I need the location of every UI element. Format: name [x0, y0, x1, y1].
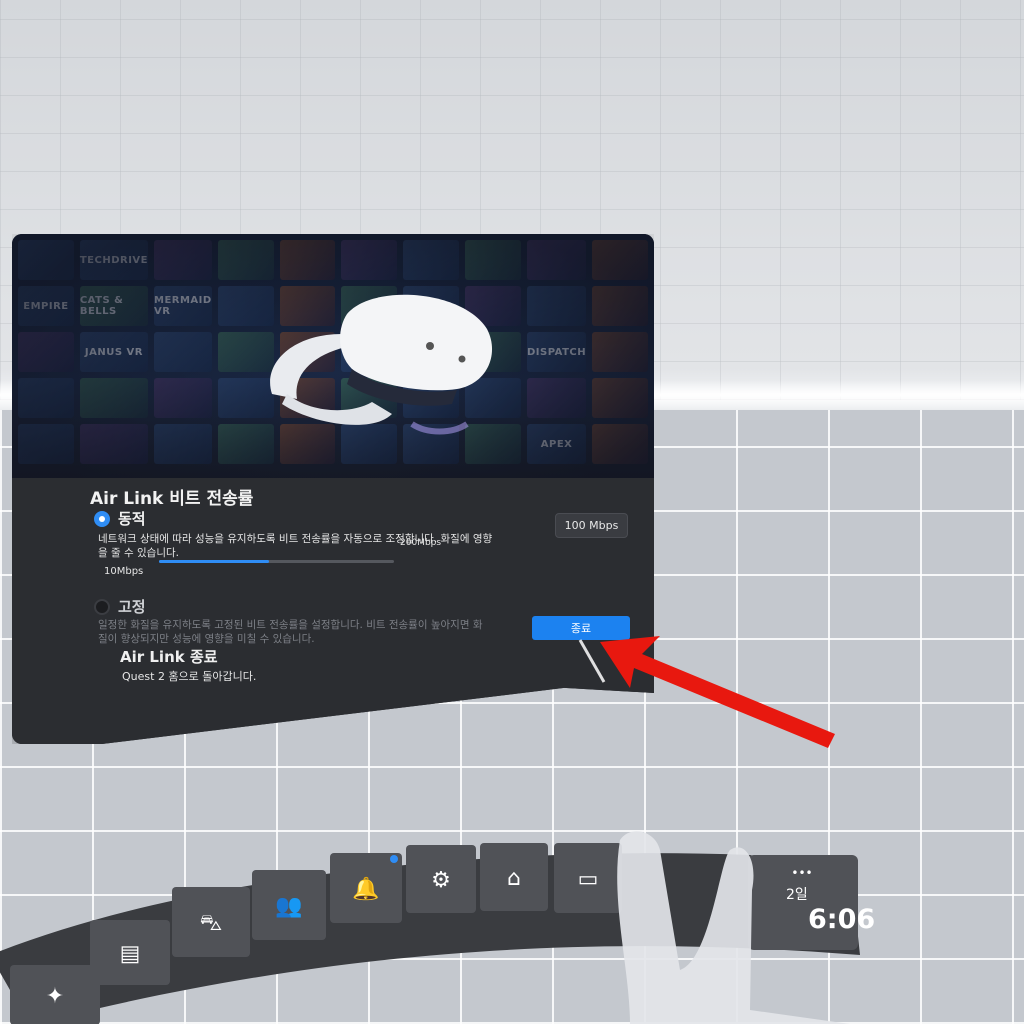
shopping-bag-icon: ⛍	[200, 911, 223, 936]
book-icon: ▤	[120, 942, 141, 967]
slider-min-label: 10Mbps	[104, 566, 144, 577]
end-air-link-title: Air Link 종료	[120, 648, 218, 666]
bell-icon: 🔔	[352, 876, 379, 902]
quest-headset-image	[270, 294, 493, 435]
fixed-label: 고정	[118, 598, 146, 616]
people-icon: 👥	[275, 894, 302, 919]
dynamic-option[interactable]: 동적	[94, 508, 146, 529]
fixed-description: 일정한 화질을 유지하도록 고정된 비트 전송률을 설정합니다. 비트 전송률이…	[98, 619, 483, 645]
fixed-option[interactable]: 고정	[94, 596, 146, 617]
slider-max-label: 200Mbps	[400, 538, 442, 548]
user-hand	[617, 831, 850, 1024]
home-icon: ⌂	[507, 866, 521, 891]
end-air-link-description: Quest 2 홈으로 돌아갑니다.	[122, 670, 257, 683]
gear-icon: ⚙	[431, 868, 451, 893]
fixed-radio[interactable]	[94, 598, 110, 615]
dynamic-radio[interactable]	[94, 510, 110, 527]
dynamic-label: 동적	[118, 510, 146, 528]
hero-banner: TECHDRIVEEMPIRECATS & BELLSMERMAID VRJAN…	[12, 234, 654, 478]
bitrate-slider-fill	[159, 560, 270, 563]
bitrate-slider[interactable]	[159, 560, 394, 563]
air-link-bitrate-panel: TECHDRIVEEMPIRECATS & BELLSMERMAID VRJAN…	[12, 234, 654, 744]
bitrate-value-field[interactable]: 100 Mbps	[555, 513, 628, 538]
dialog-title: Air Link 비트 전송률	[90, 489, 254, 509]
compass-icon: ✦	[46, 984, 64, 1009]
notification-badge	[390, 855, 398, 863]
red-arrow-annotation	[600, 636, 835, 748]
